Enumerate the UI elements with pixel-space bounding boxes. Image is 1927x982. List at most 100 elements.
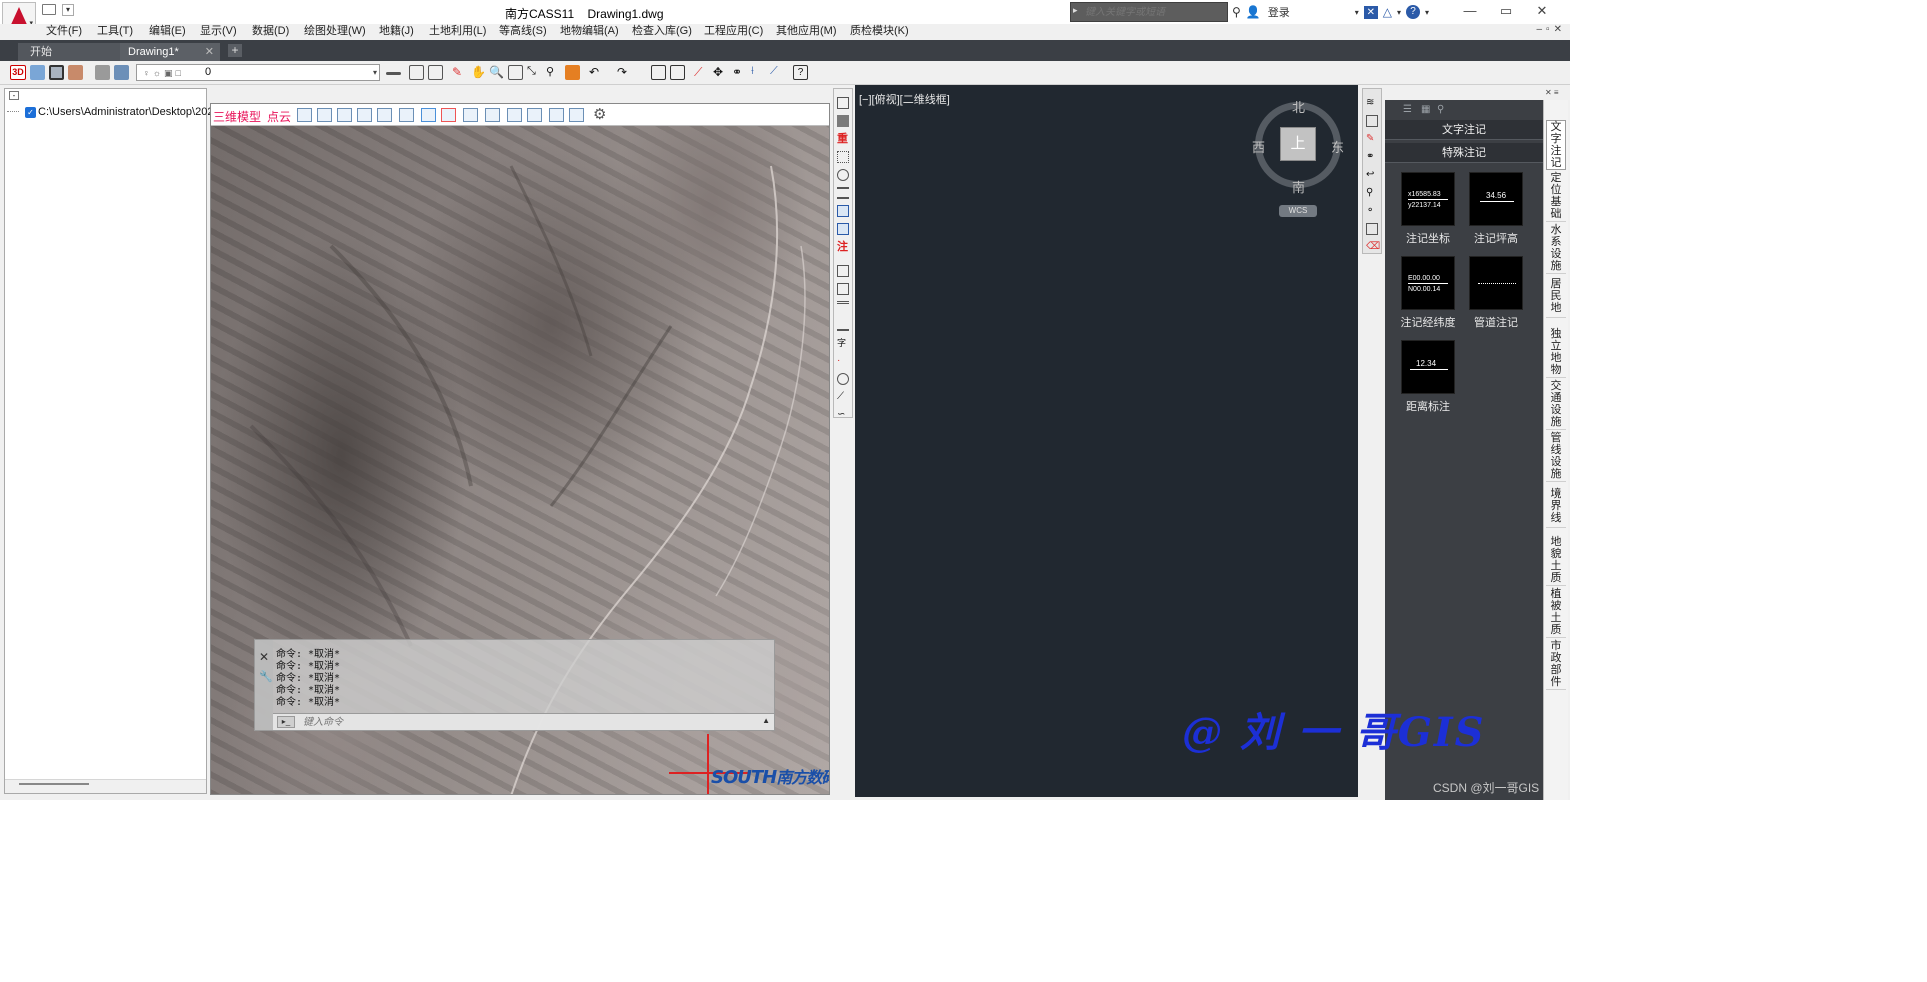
qat-dropdown-icon[interactable]: ▾ — [62, 4, 74, 16]
palette-tab-residential[interactable]: 居民地 — [1546, 278, 1566, 318]
a360-icon[interactable]: △ — [1383, 5, 1392, 19]
map-icon[interactable] — [68, 65, 83, 80]
image-icon[interactable] — [30, 65, 45, 80]
trim-icon[interactable]: ⟊ — [751, 65, 766, 80]
search-icon[interactable]: ⚲ — [1366, 187, 1378, 199]
horizontal-scrollbar[interactable] — [5, 779, 206, 793]
menu-engineering[interactable]: 工程应用(C) — [704, 24, 763, 40]
dimension-icon[interactable] — [837, 187, 849, 199]
palette-tab-text-annotation[interactable]: 文字注记 — [1546, 120, 1566, 170]
palette-tab-positioning[interactable]: 定位基础 — [1546, 172, 1566, 222]
return-icon[interactable]: ↩ — [1366, 169, 1378, 181]
help-dropdown-icon[interactable]: ▾ — [1425, 8, 1429, 17]
command-prompt-icon[interactable]: ▸_ — [277, 716, 295, 728]
rectangle-icon[interactable] — [837, 283, 849, 295]
layer-manager-icon[interactable]: ≋ — [1366, 97, 1378, 109]
point-move-icon[interactable] — [507, 108, 522, 122]
user-icon[interactable]: 👤 — [1246, 5, 1261, 19]
sheet-icon[interactable] — [837, 223, 849, 235]
palette-tab-municipal[interactable]: 市政部件 — [1546, 640, 1566, 690]
menu-landuse[interactable]: 土地利用(L) — [429, 24, 486, 40]
palette-tab-pipeline[interactable]: 管线设施 — [1546, 432, 1566, 482]
mdi-controls[interactable]: –▫✕ — [1537, 24, 1567, 35]
undo-icon[interactable]: ↶ — [589, 65, 604, 80]
palette-item-pipeline[interactable]: 管道注记 — [1461, 256, 1531, 330]
red-point-icon[interactable]: · — [837, 355, 849, 367]
menu-other[interactable]: 其他应用(M) — [776, 24, 837, 40]
auto-tool-icon[interactable] — [441, 108, 456, 122]
camera-icon[interactable] — [837, 169, 849, 181]
menu-data[interactable]: 数据(D) — [252, 24, 289, 40]
redraw-red-icon[interactable]: 重 — [837, 133, 849, 145]
zoom-previous-icon[interactable]: ⤡ — [527, 65, 542, 80]
data-table-icon[interactable] — [837, 205, 849, 217]
tab-close-icon[interactable]: ✕ — [205, 43, 214, 61]
checkbox-icon[interactable]: ✓ — [25, 106, 36, 118]
close-icon[interactable]: ✕ — [259, 650, 269, 664]
palette-tab-traffic[interactable]: 交通设施 — [1546, 380, 1566, 430]
copy-object-icon[interactable] — [527, 108, 542, 122]
command-input[interactable] — [303, 715, 743, 729]
edit-pencil-icon[interactable] — [1366, 115, 1378, 127]
zoom-window-icon[interactable] — [508, 65, 523, 80]
circle-icon[interactable] — [837, 373, 849, 385]
open-folder-icon[interactable] — [42, 4, 56, 15]
text-tool-icon[interactable]: 字 — [837, 337, 849, 349]
restore-button[interactable]: ▭ — [1492, 2, 1520, 20]
palette-item-elevation[interactable]: 34.56 注记坪高 — [1461, 172, 1531, 246]
help-icon[interactable]: ? — [1406, 5, 1421, 19]
cube-tool-icon[interactable] — [337, 108, 352, 122]
linetype-icon[interactable] — [386, 72, 401, 75]
menu-drawing[interactable]: 绘图处理(W) — [304, 24, 366, 40]
login-dropdown-icon[interactable]: ▾ — [1355, 8, 1359, 17]
move-icon[interactable]: ✥ — [713, 65, 728, 80]
block-icon[interactable] — [1366, 223, 1378, 235]
layer-state-icon[interactable] — [114, 65, 129, 80]
copy-icon[interactable]: ⚭ — [732, 65, 747, 80]
login-button[interactable]: 登录 — [1268, 4, 1290, 20]
menu-tools[interactable]: 工具(T) — [97, 24, 133, 40]
annotation-red-icon[interactable]: 注 — [837, 241, 849, 253]
compass-north[interactable]: 北 — [1292, 97, 1305, 116]
palette-item-distance[interactable]: 12.34 距离标注 — [1393, 340, 1463, 414]
select-icon[interactable] — [837, 151, 849, 163]
zoom-icon[interactable]: 🔍 — [489, 65, 504, 80]
cluster-icon[interactable]: ⚭ — [1366, 151, 1378, 163]
search-expand-icon[interactable]: ▸ — [1073, 5, 1078, 16]
tab-drawing1[interactable]: Drawing1* ✕ — [120, 43, 220, 61]
palette-tab-boundary[interactable]: 境界线 — [1546, 488, 1566, 528]
layer-combo[interactable]: ♀☼▣□ 0 ▾ — [136, 64, 380, 81]
open-icon[interactable] — [409, 65, 424, 80]
menu-feature-edit[interactable]: 地物编辑(A) — [560, 24, 619, 40]
zoom-window-icon[interactable] — [837, 97, 849, 109]
redraw-icon[interactable] — [565, 65, 580, 80]
draw-line-icon[interactable]: ⟋ — [694, 65, 709, 80]
history-up-icon[interactable]: ▲ — [762, 716, 770, 725]
eraser-icon[interactable]: ⌫ — [1366, 241, 1380, 253]
box-tool-icon[interactable] — [297, 108, 312, 122]
box-delete-icon[interactable] — [317, 108, 332, 122]
tree-collapse-button[interactable]: - — [9, 91, 19, 100]
tree-item[interactable]: ✓ C:\Users\Administrator\Desktop\2021( — [13, 105, 223, 119]
layer-tool-icon[interactable] — [837, 115, 849, 127]
compass-south[interactable]: 南 — [1292, 177, 1305, 196]
pencil-icon[interactable]: ✎ — [452, 65, 467, 80]
viewcube-top-face[interactable]: 上 — [1280, 127, 1316, 161]
frame-tool-icon[interactable] — [549, 108, 564, 122]
tick-line-icon[interactable] — [837, 319, 849, 331]
double-line-icon[interactable] — [837, 301, 849, 313]
palette-section-text-annotation[interactable]: 文字注记 — [1385, 120, 1543, 140]
menu-qc[interactable]: 质检模块(K) — [850, 24, 909, 40]
palette-tab-vegetation[interactable]: 植被土质 — [1546, 588, 1566, 638]
compass-west[interactable]: 西 — [1252, 137, 1265, 156]
menu-view[interactable]: 显示(V) — [200, 24, 237, 40]
settings-gear-icon[interactable]: ⚙ — [593, 107, 606, 122]
palette-section-special-annotation[interactable]: 特殊注记 — [1385, 143, 1543, 163]
palette-item-latlon[interactable]: E00.00.00 N00.00.14 注记经纬度 — [1393, 256, 1463, 330]
extend-icon[interactable]: ⟋ — [770, 65, 785, 80]
node-icon[interactable]: ⚬ — [1366, 205, 1378, 217]
diagonal-icon[interactable]: ⟋ — [837, 391, 849, 403]
compass-east[interactable]: 东 — [1331, 137, 1344, 156]
menu-contour[interactable]: 等高线(S) — [499, 24, 547, 40]
redo-icon[interactable]: ↷ — [617, 65, 632, 80]
